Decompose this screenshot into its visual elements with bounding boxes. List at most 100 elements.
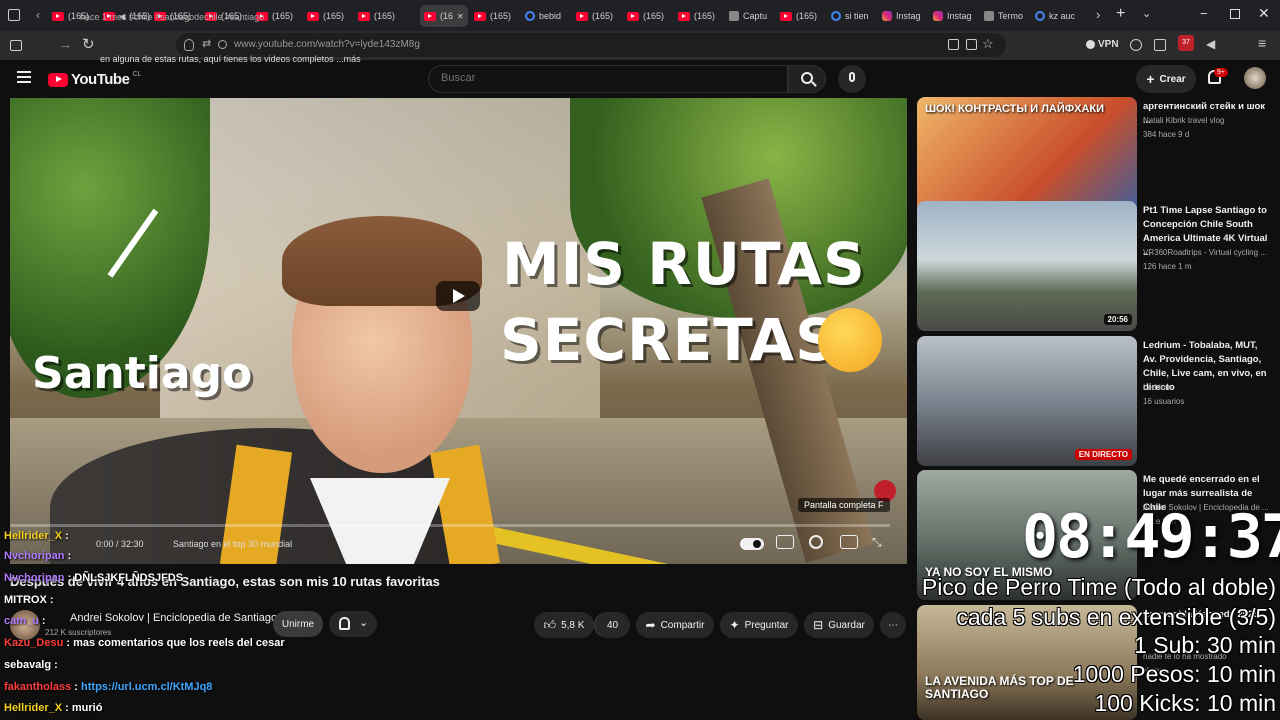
browser-tab[interactable]: (165) — [627, 5, 664, 27]
maximize-button[interactable] — [1230, 9, 1240, 19]
forward-icon[interactable]: → — [58, 36, 72, 52]
chat-separator: : — [38, 615, 46, 627]
more-actions-button[interactable]: ⋯ — [880, 612, 906, 638]
browser-tab[interactable]: (165) — [474, 5, 511, 27]
tab-label: si tien — [845, 11, 869, 21]
profile-icon[interactable] — [1130, 39, 1142, 51]
chat-message: MITROX : — [4, 594, 54, 606]
chat-text[interactable]: https://url.ucm.cl/KtMJq8 — [81, 681, 212, 693]
vpn-button[interactable]: VPN — [1086, 39, 1119, 50]
thumbnail-title-line1: MIS RUTAS — [502, 230, 866, 298]
browser-tab[interactable]: kz auc — [1035, 5, 1075, 27]
tab-scroll-left-icon[interactable]: ‹ — [36, 8, 40, 22]
browser-tab[interactable]: (165) — [576, 5, 613, 27]
progress-bar[interactable] — [10, 524, 890, 527]
thumbnail-caption: ШОК! КОНТРАСТЫ И ЛАЙФХАКИ — [925, 103, 1105, 115]
related-video-channel[interactable]: Natali Kibrik travel vlog — [1143, 116, 1224, 125]
voice-search-button[interactable] — [838, 65, 866, 93]
subtitles-icon[interactable] — [776, 535, 794, 549]
guide-menu-icon[interactable] — [17, 71, 31, 83]
search-button[interactable] — [788, 65, 826, 93]
browser-tab[interactable]: (165) — [780, 5, 817, 27]
browser-tab[interactable]: bebid — [525, 5, 561, 27]
subscription-bell-button[interactable]: ⌄ — [329, 611, 377, 637]
close-window-button[interactable]: ✕ — [1258, 5, 1270, 22]
comments-count-button[interactable]: 40 — [594, 612, 630, 638]
ask-button[interactable]: ✦ Preguntar — [720, 612, 798, 638]
video-player[interactable]: MIS RUTAS SECRETAS Santiago Pantalla com… — [10, 98, 907, 564]
chapter-title[interactable]: Santiago en el top 30 mundial — [173, 539, 292, 549]
browser-tab[interactable]: (165) — [358, 5, 395, 27]
autoplay-toggle[interactable] — [740, 538, 764, 550]
site-settings-icon[interactable]: ⇄ — [202, 37, 211, 50]
chat-username: Hellrider_X — [4, 702, 63, 714]
browser-tab[interactable]: si tien — [831, 5, 869, 27]
close-tab-icon[interactable]: ✕ — [457, 12, 464, 21]
bookmark-star-icon[interactable]: ☆ — [982, 36, 994, 52]
chat-username: sebavalg — [4, 659, 52, 671]
join-button[interactable]: Unirme — [273, 611, 323, 637]
save-button[interactable]: ⊟ Guardar — [804, 612, 874, 638]
chat-separator: : — [51, 659, 58, 671]
chat-message: Kazu_Desu : mas comentarios que los reel… — [4, 637, 285, 649]
url-text: www.youtube.com/watch?v=lyde143zM8g — [234, 39, 420, 50]
notifications-badge: 9+ — [1214, 68, 1228, 77]
browser-tab[interactable]: Captu — [729, 5, 767, 27]
volume-icon[interactable]: ◀ — [1206, 37, 1215, 51]
chat-username: Kazu_Desu — [4, 637, 64, 649]
google-favicon-icon — [1035, 11, 1045, 21]
tab-label: (165) — [490, 11, 512, 21]
youtube-favicon-icon — [358, 11, 370, 21]
browser-tab[interactable]: (165) — [678, 5, 715, 27]
extension-badge[interactable]: 37 — [1178, 35, 1194, 51]
screenshot-icon[interactable] — [948, 39, 959, 50]
channel-name[interactable]: Andrei Sokolov | Enciclopedia de Santiag… — [70, 612, 277, 624]
tab-actions-icon[interactable] — [8, 9, 20, 21]
miniplayer-icon[interactable] — [840, 535, 858, 549]
play-button[interactable] — [436, 281, 480, 311]
youtube-logo-text: YouTube — [71, 71, 130, 88]
youtube-favicon-icon — [307, 11, 319, 21]
create-button[interactable]: + Crear — [1136, 65, 1196, 93]
tab-label: (165) — [643, 11, 665, 21]
browser-menu-icon[interactable]: ≡ — [1258, 35, 1266, 51]
youtube-favicon-icon — [678, 11, 690, 21]
new-tab-button[interactable]: + — [1116, 5, 1125, 23]
related-video-channel[interactable]: VR360Roadtrips - Virtual cycling ... — [1143, 248, 1267, 257]
related-video-meta: 126 hace 1 m — [1143, 262, 1192, 271]
related-video-thumbnail[interactable]: 20:56 — [917, 201, 1137, 331]
browser-tab[interactable]: Instag — [882, 5, 921, 27]
download-page-icon[interactable] — [966, 39, 977, 50]
fullscreen-icon[interactable]: ⤡ — [872, 535, 882, 550]
country-code: CL — [132, 71, 142, 78]
minimize-button[interactable]: − — [1200, 6, 1208, 21]
reload-icon[interactable]: ↻ — [82, 35, 95, 53]
tab-scroll-right-icon[interactable]: › — [1096, 7, 1100, 22]
sidebar-toggle-icon[interactable] — [10, 40, 22, 51]
browser-tab[interactable]: (16 ✕ — [420, 5, 468, 27]
youtube-logo[interactable]: YouTube CL — [48, 71, 141, 88]
site-info-icon[interactable] — [184, 39, 194, 51]
thumbnail-title-line2: SECRETAS — [500, 306, 838, 374]
search-input[interactable] — [441, 72, 771, 84]
avatar[interactable] — [1244, 67, 1266, 89]
chat-message: sebavalg : — [4, 659, 58, 671]
browser-tab[interactable]: Termo — [984, 5, 1023, 27]
chat-separator: : — [71, 681, 82, 693]
share-button[interactable]: ➦ Compartir — [636, 612, 714, 638]
browser-tab[interactable]: Instag — [933, 5, 972, 27]
like-count: 5,8 K — [561, 619, 585, 631]
sparkle-icon: ✦ — [729, 618, 740, 632]
related-video-channel[interactable]: Ledrium — [1143, 383, 1172, 392]
tab-list-button[interactable]: ⌄ — [1142, 7, 1151, 20]
related-video-thumbnail[interactable]: EN DIRECTO — [917, 336, 1137, 466]
description-meta: hace 1 mes #chile #santiagodechile #sant… — [80, 12, 265, 22]
permissions-icon[interactable] — [218, 40, 227, 49]
youtube-favicon-icon — [576, 11, 588, 21]
browser-tab[interactable]: (165) — [307, 5, 344, 27]
chat-message: Nvchoripan : — [4, 550, 71, 562]
like-button[interactable]: 👍︎ 5,8 K — [534, 612, 594, 638]
settings-icon[interactable] — [809, 535, 823, 549]
chat-message: Hellrider_X : — [4, 530, 69, 542]
extensions-icon[interactable] — [1154, 39, 1166, 51]
